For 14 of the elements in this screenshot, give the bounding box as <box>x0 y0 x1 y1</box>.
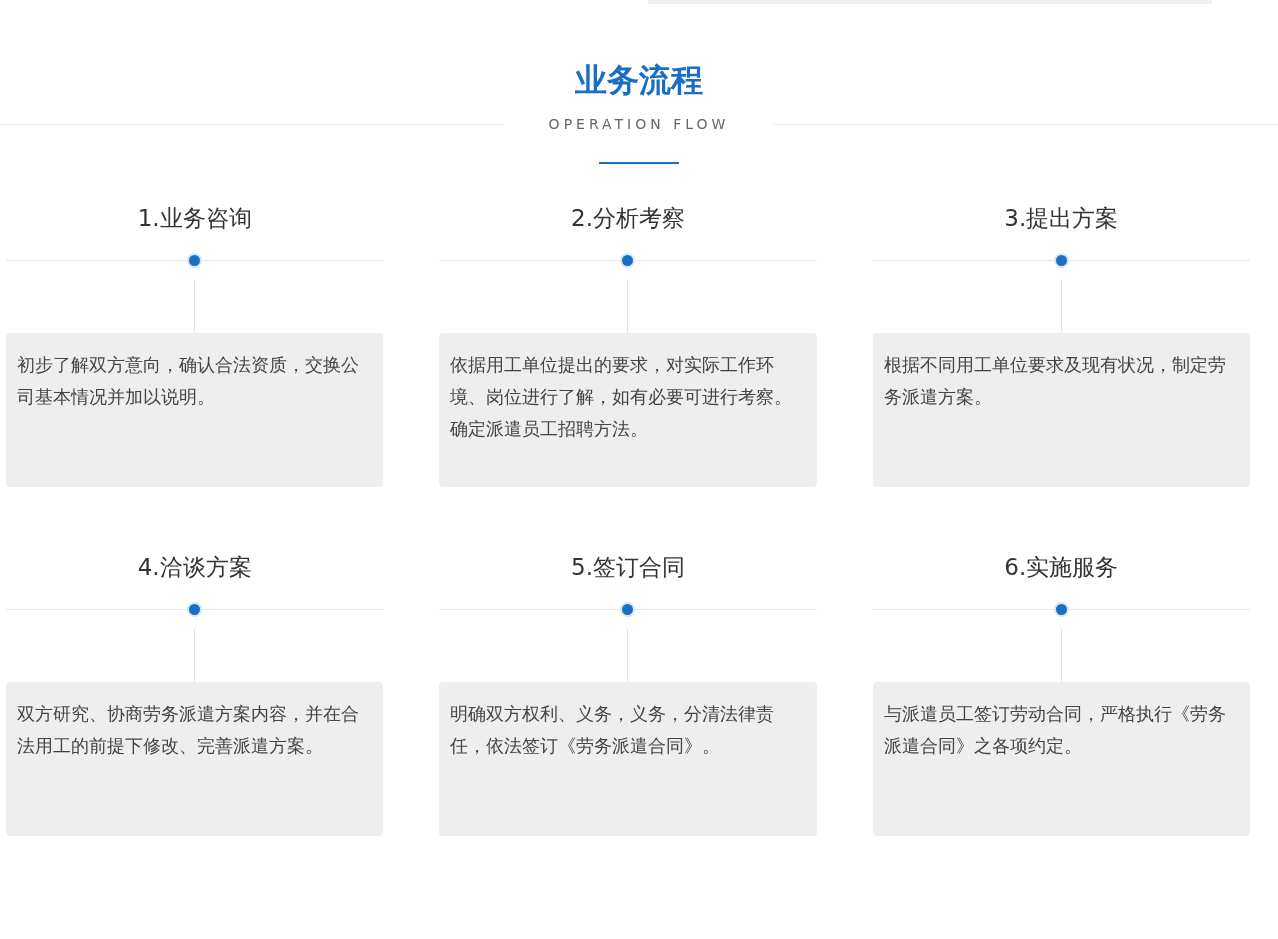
step-description-card: 明确双方权利、义务，义务，分清法律责任，依法签订《劳务派遣合同》。 <box>439 682 817 836</box>
step-title: 4.洽谈方案 <box>137 553 252 582</box>
step-title: 2.分析考察 <box>571 204 685 233</box>
section-title: 业务流程 <box>575 60 703 101</box>
step-description-card: 初步了解双方意向，确认合法资质，交换公司基本情况并加以说明。 <box>6 333 384 487</box>
step-description-card: 根据不同用工单位要求及现有状况，制定劳务派遣方案。 <box>872 333 1250 487</box>
step-title: 3.提出方案 <box>1004 204 1119 233</box>
step-description-card: 与派遣员工签订劳动合同，严格执行《劳务派遣合同》之各项约定。 <box>872 682 1250 836</box>
step-description-card: 依据用工单位提出的要求，对实际工作环境、岗位进行了解，如有必要可进行考察。确定派遣员工招聘方法。 <box>439 333 817 487</box>
step-description-card: 双方研究、协商劳务派遣方案内容，并在合法用工的前提下修改、完善派遣方案。 <box>6 682 384 836</box>
section-subtitle: OPERATION FLOW <box>547 115 731 134</box>
step-title: 5.签订合同 <box>571 553 685 582</box>
step-title: 6.实施服务 <box>1004 553 1119 582</box>
step-title: 1.业务咨询 <box>137 204 252 233</box>
